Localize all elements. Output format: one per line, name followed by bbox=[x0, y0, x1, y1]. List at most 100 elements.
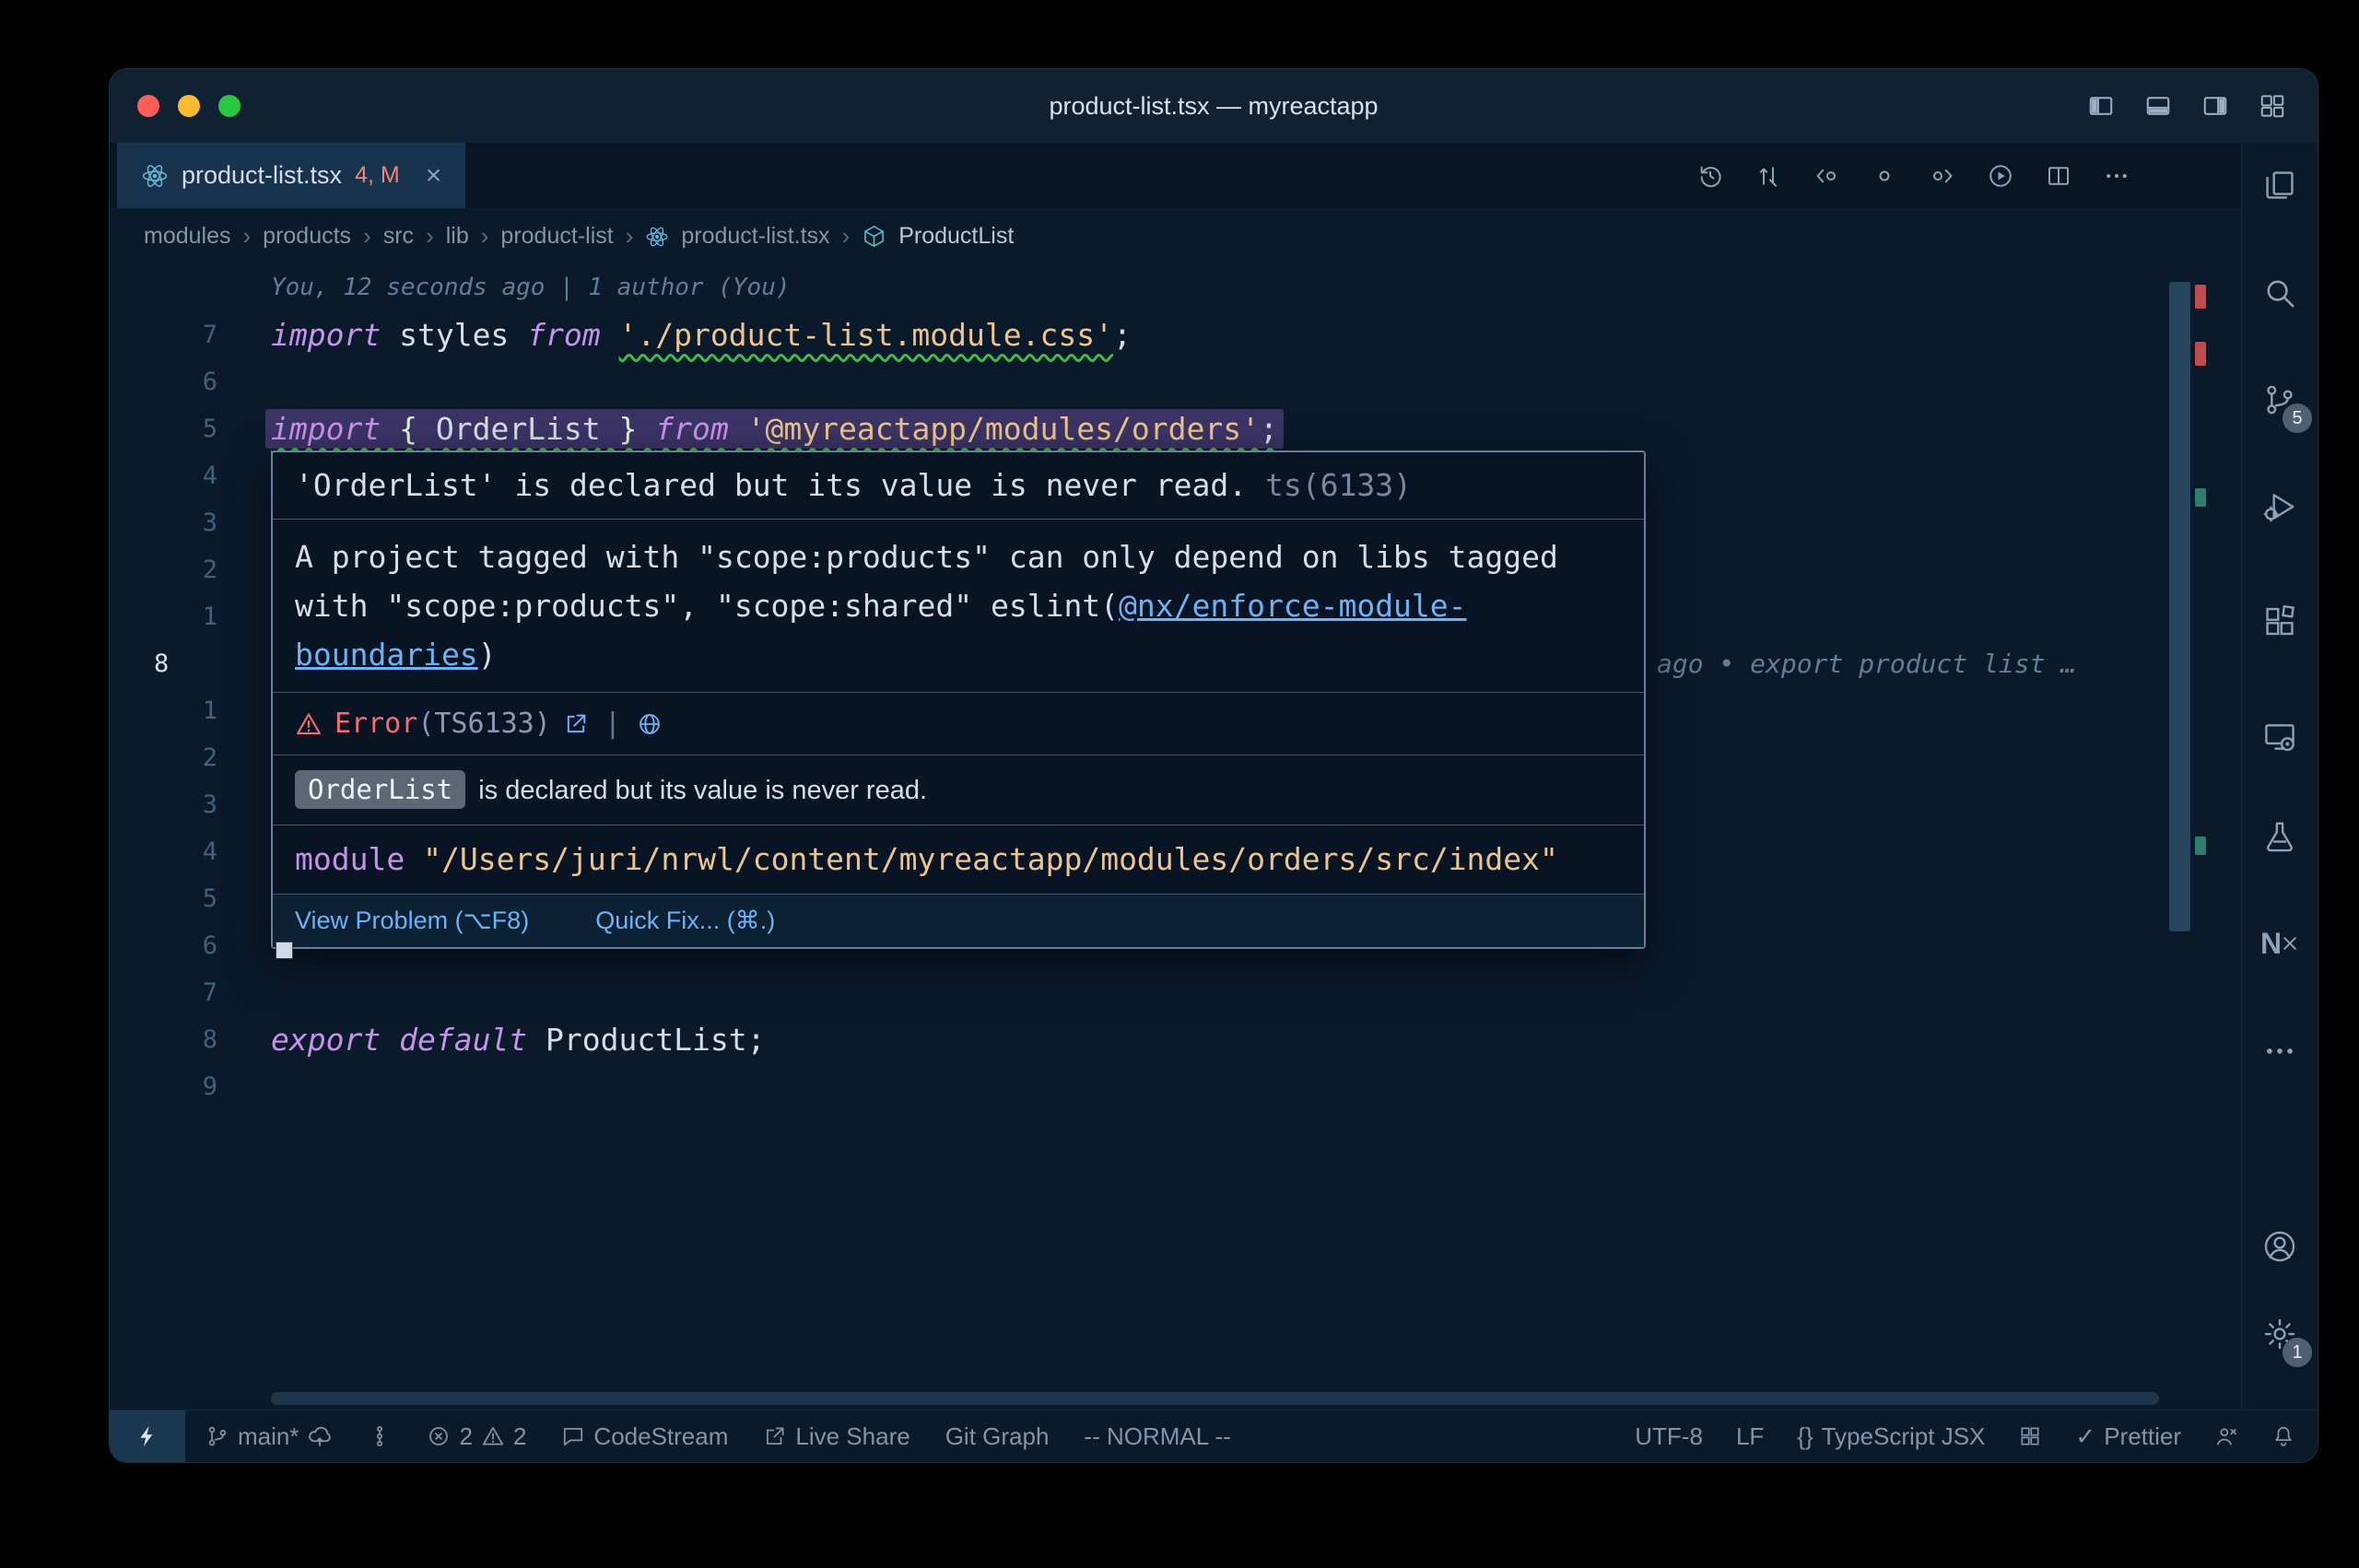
check-icon: ✓ bbox=[2075, 1422, 2095, 1451]
breadcrumb-item[interactable]: src bbox=[383, 223, 414, 250]
separator: | bbox=[604, 708, 621, 740]
react-icon bbox=[141, 162, 169, 190]
overview-error-mark bbox=[2195, 285, 2206, 309]
code-line-import-orderlist[interactable]: import { OrderList } from '@myreactapp/m… bbox=[271, 405, 1278, 452]
grid-icon bbox=[2018, 1424, 2042, 1448]
line-number: 5 bbox=[110, 875, 271, 922]
breadcrumb-file[interactable]: product-list.tsx bbox=[681, 223, 829, 250]
code-line-export-default[interactable]: export default ProductList; bbox=[271, 1016, 765, 1063]
explorer-icon[interactable] bbox=[2242, 148, 2318, 222]
hover-action-bar: View Problem (⌥F8) Quick Fix... (⌘.) bbox=[273, 895, 1644, 947]
nx-console-icon[interactable]: N bbox=[2242, 907, 2318, 980]
line-number: 4 bbox=[110, 828, 271, 875]
accounts-icon[interactable] bbox=[2242, 1210, 2318, 1283]
additional-views-icon[interactable] bbox=[2242, 1014, 2318, 1088]
previous-change-icon[interactable] bbox=[1813, 162, 1840, 190]
extension-grid-status-item[interactable] bbox=[2018, 1424, 2042, 1448]
run-debug-icon[interactable] bbox=[2242, 470, 2318, 544]
testing-beaker-icon[interactable] bbox=[2242, 800, 2318, 873]
tab-problems-badge: 4, M bbox=[355, 162, 400, 189]
window-title: product-list.tsx — myreactapp bbox=[110, 69, 2318, 143]
tab-bar: product-list.tsx 4, M × bbox=[110, 143, 2242, 209]
breadcrumb-symbol[interactable]: ProductList bbox=[898, 223, 1014, 250]
error-label: Error bbox=[334, 708, 417, 740]
line-number: 7 bbox=[110, 969, 271, 1016]
breadcrumb-item[interactable]: lib bbox=[446, 223, 469, 250]
prettier-status-item[interactable]: ✓ Prettier bbox=[2075, 1422, 2181, 1451]
eol-status-item[interactable]: LF bbox=[1736, 1422, 1764, 1451]
vim-mode-status-item[interactable]: -- NORMAL -- bbox=[1084, 1422, 1230, 1451]
feedback-status-item[interactable] bbox=[2214, 1424, 2238, 1448]
next-change-icon[interactable] bbox=[1929, 162, 1956, 190]
inline-git-blame: ago • export product list … bbox=[1657, 640, 2076, 687]
breadcrumb-item[interactable]: products bbox=[263, 223, 351, 250]
symbol-cube-icon bbox=[862, 224, 886, 249]
line-number: 5 bbox=[110, 405, 271, 452]
react-icon bbox=[645, 225, 669, 249]
more-actions-icon[interactable] bbox=[2103, 162, 2130, 190]
git-blame-heading: You, 12 seconds ago | 1 author (You) bbox=[271, 264, 791, 311]
code-line-import-styles[interactable]: import styles from './product-list.modul… bbox=[271, 311, 1132, 358]
live-share-status-item[interactable]: Live Share bbox=[763, 1422, 910, 1451]
title-bar: product-list.tsx — myreactapp bbox=[110, 69, 2318, 143]
error-code: (TS6133) bbox=[417, 708, 551, 740]
timeline-history-icon[interactable] bbox=[1696, 162, 1724, 190]
settings-gear-icon[interactable]: 1 bbox=[2242, 1297, 2318, 1371]
vscode-window: product-list.tsx — myreactapp product-li… bbox=[109, 68, 2318, 1463]
line-number: 2 bbox=[110, 546, 271, 593]
commit-graph-status-item[interactable] bbox=[368, 1424, 392, 1448]
notifications-status-item[interactable] bbox=[2271, 1424, 2295, 1448]
codestream-status-item[interactable]: CodeStream bbox=[561, 1422, 728, 1451]
open-external-icon[interactable] bbox=[563, 711, 589, 737]
branch-status-item[interactable]: main* bbox=[205, 1422, 333, 1451]
run-file-icon[interactable] bbox=[1987, 162, 2014, 190]
encoding-status-item[interactable]: UTF-8 bbox=[1635, 1422, 1703, 1451]
settings-badge: 1 bbox=[2283, 1338, 2312, 1367]
line-number: 3 bbox=[110, 781, 271, 828]
line-number: 4 bbox=[110, 452, 271, 499]
chevron-right-icon: › bbox=[426, 222, 434, 251]
git-graph-status-item[interactable]: Git Graph bbox=[945, 1422, 1050, 1451]
source-control-badge: 5 bbox=[2283, 404, 2312, 433]
diagnostic-message-ts: 'OrderList' is declared but its value is… bbox=[273, 452, 1644, 520]
line-number: 6 bbox=[110, 358, 271, 405]
problems-status-item[interactable]: 2 2 bbox=[427, 1422, 526, 1451]
toggle-blame-icon[interactable] bbox=[1871, 162, 1898, 190]
breadcrumb-item[interactable]: product-list bbox=[500, 223, 613, 250]
code-editor[interactable]: 7 6 5 4 3 2 1 8 1 2 3 4 5 6 7 8 9 You, 1… bbox=[110, 264, 2242, 1410]
share-icon bbox=[763, 1424, 787, 1448]
error-status-row: Error(TS6133) | bbox=[273, 693, 1644, 755]
toggle-secondary-sidebar-icon[interactable] bbox=[2201, 92, 2229, 120]
diagnostic-message-eslint: A project tagged with "scope:products" c… bbox=[273, 520, 1644, 693]
minimap-slider[interactable] bbox=[2169, 282, 2190, 931]
overview-error-mark bbox=[2195, 342, 2206, 366]
language-mode-status-item[interactable]: {} TypeScript JSX bbox=[1797, 1422, 1985, 1451]
breadcrumb-item[interactable]: modules bbox=[144, 223, 231, 250]
view-problem-button[interactable]: View Problem (⌥F8) bbox=[295, 907, 529, 935]
extensions-icon[interactable] bbox=[2242, 585, 2318, 659]
overview-change-mark bbox=[2195, 837, 2206, 855]
toggle-sidebar-icon[interactable] bbox=[2087, 92, 2115, 120]
globe-icon[interactable] bbox=[637, 711, 663, 737]
overview-change-mark bbox=[2195, 488, 2206, 507]
status-bar: main* 2 2 CodeStream Live Share Git bbox=[110, 1410, 2318, 1462]
remote-indicator[interactable] bbox=[110, 1410, 185, 1462]
customize-layout-icon[interactable] bbox=[2259, 92, 2286, 120]
toggle-panel-icon[interactable] bbox=[2144, 92, 2172, 120]
remote-explorer-icon[interactable] bbox=[2242, 700, 2318, 774]
braces-icon: {} bbox=[1797, 1422, 1813, 1451]
bell-icon bbox=[2271, 1424, 2295, 1448]
compare-changes-icon[interactable] bbox=[1755, 162, 1782, 190]
split-editor-icon[interactable] bbox=[2045, 162, 2072, 190]
feedback-person-icon bbox=[2214, 1424, 2238, 1448]
diagnostic-detail: OrderList is declared but its value is n… bbox=[273, 755, 1644, 825]
search-icon[interactable] bbox=[2242, 256, 2318, 330]
line-number: 8 bbox=[110, 1016, 271, 1063]
tab-product-list[interactable]: product-list.tsx 4, M × bbox=[117, 143, 465, 208]
horizontal-scrollbar[interactable] bbox=[271, 1392, 2159, 1405]
close-tab-icon[interactable]: × bbox=[426, 160, 442, 192]
current-line-number: 8 bbox=[110, 640, 271, 687]
quick-fix-button[interactable]: Quick Fix... (⌘.) bbox=[595, 907, 775, 935]
source-control-icon[interactable]: 5 bbox=[2242, 363, 2318, 437]
hover-resize-grip[interactable] bbox=[276, 942, 293, 959]
